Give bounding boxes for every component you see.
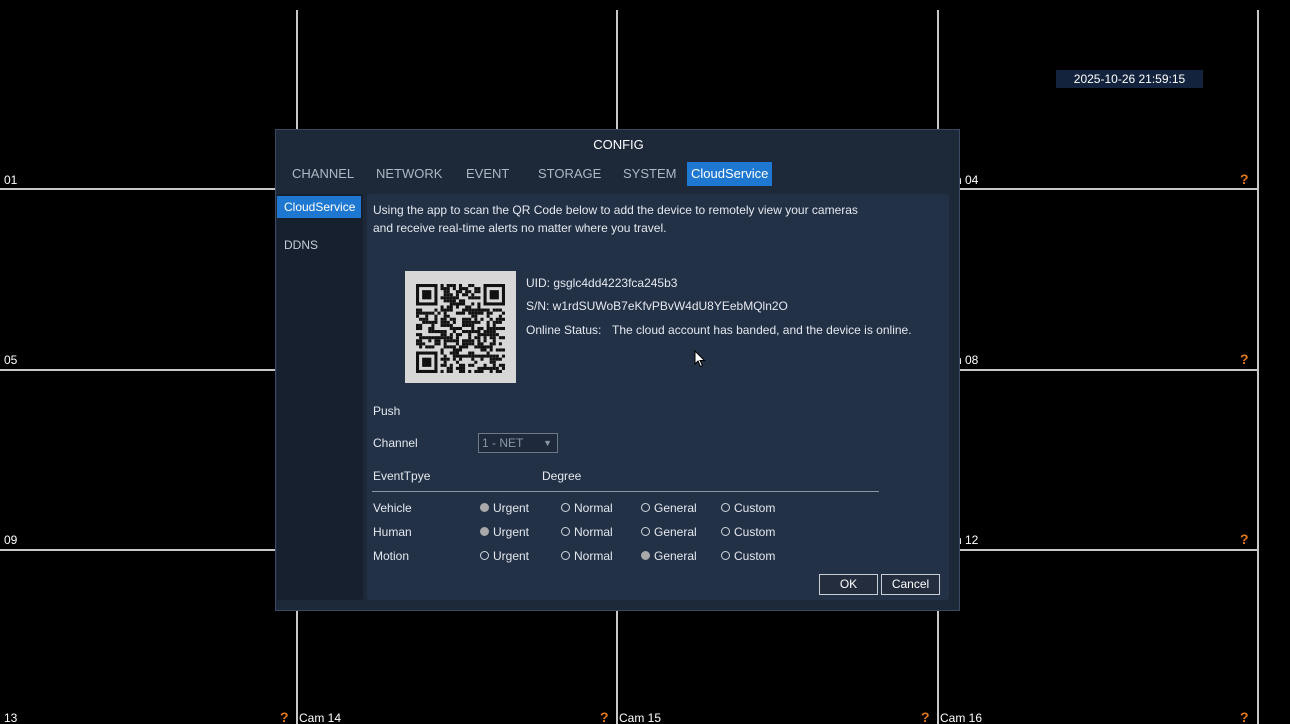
cloudservice-panel: [367, 194, 949, 600]
event-row-vehicle: Vehicle: [373, 501, 412, 515]
radio-human-custom[interactable]: Custom: [721, 525, 775, 539]
mouse-cursor-icon: [694, 350, 706, 368]
radio-dot-icon: [480, 527, 489, 536]
push-label: Push: [373, 404, 401, 418]
radio-motion-normal[interactable]: Normal: [561, 549, 613, 563]
radio-label: Custom: [734, 549, 776, 563]
degree-header: Degree: [542, 469, 582, 483]
question-icon: ?: [600, 709, 609, 724]
question-icon: ?: [280, 709, 289, 724]
radio-dot-icon: [561, 527, 570, 536]
intro-text: and receive real-time alerts no matter w…: [373, 221, 667, 235]
radio-label: Normal: [574, 501, 613, 515]
radio-vehicle-general[interactable]: General: [641, 501, 697, 515]
radio-label: General: [654, 549, 697, 563]
event-row-human: Human: [373, 525, 412, 539]
question-icon: ?: [1240, 351, 1249, 367]
channel-label: Channel: [373, 436, 418, 450]
grid-line: [1257, 10, 1259, 724]
tab-channel[interactable]: CHANNEL: [288, 162, 358, 186]
radio-motion-general[interactable]: General: [641, 549, 697, 563]
side-item-cloudservice[interactable]: CloudService: [277, 196, 361, 218]
radio-label: Custom: [734, 501, 776, 515]
ok-button[interactable]: OK: [819, 574, 878, 595]
intro-text: Using the app to scan the QR Code below …: [373, 203, 858, 217]
datetime-overlay: 2025-10-26 21:59:15: [1056, 70, 1203, 88]
radio-vehicle-urgent[interactable]: Urgent: [480, 501, 529, 515]
question-icon: ?: [1240, 709, 1249, 724]
question-icon: ?: [1240, 531, 1249, 547]
radio-label: Urgent: [493, 525, 530, 539]
radio-dot-icon: [561, 503, 570, 512]
radio-vehicle-normal[interactable]: Normal: [561, 501, 613, 515]
uid-text: UID: gsglc4dd4223fca245b3: [526, 276, 678, 290]
dialog-title: CONFIG: [593, 137, 644, 152]
radio-dot-icon: [480, 551, 489, 560]
radio-human-normal[interactable]: Normal: [561, 525, 613, 539]
tab-storage[interactable]: STORAGE: [534, 162, 605, 186]
tab-cloudservice[interactable]: CloudService: [687, 162, 773, 186]
radio-dot-icon: [721, 527, 730, 536]
camera-label-15: Cam 15: [619, 711, 662, 724]
radio-label: Normal: [574, 549, 613, 563]
radio-label: General: [654, 525, 697, 539]
radio-human-urgent[interactable]: Urgent: [480, 525, 529, 539]
radio-label: Normal: [574, 525, 613, 539]
radio-label: Urgent: [493, 501, 530, 515]
cancel-button[interactable]: Cancel: [881, 574, 940, 595]
event-row-motion: Motion: [373, 549, 410, 563]
channel-select[interactable]: 1 - NET ▼: [478, 433, 558, 453]
side-item-ddns[interactable]: DDNS: [277, 234, 361, 256]
camera-label-09: 09: [4, 533, 18, 547]
radio-motion-urgent[interactable]: Urgent: [480, 549, 529, 563]
radio-motion-custom[interactable]: Custom: [721, 549, 775, 563]
radio-dot-icon: [641, 503, 650, 512]
radio-dot-icon: [641, 551, 650, 560]
radio-dot-icon: [721, 551, 730, 560]
online-status-label: Online Status:: [526, 323, 602, 337]
table-divider: [372, 491, 879, 492]
camera-label-05: 05: [4, 353, 18, 367]
radio-human-general[interactable]: General: [641, 525, 697, 539]
chevron-down-icon: ▼: [543, 438, 552, 448]
radio-dot-icon: [721, 503, 730, 512]
camera-label-01: 01: [4, 173, 18, 187]
question-icon: ?: [1240, 171, 1249, 187]
camera-label-13: 13: [4, 711, 18, 724]
radio-label: General: [654, 501, 697, 515]
radio-label: Urgent: [493, 549, 530, 563]
tab-network[interactable]: NETWORK: [372, 162, 446, 186]
qr-code-icon: [416, 284, 505, 373]
event-type-header: EventTpye: [373, 469, 431, 483]
radio-dot-icon: [641, 527, 650, 536]
radio-dot-icon: [480, 503, 489, 512]
radio-dot-icon: [561, 551, 570, 560]
radio-vehicle-custom[interactable]: Custom: [721, 501, 775, 515]
tab-event[interactable]: EVENT: [462, 162, 513, 186]
camera-label-14: Cam 14: [299, 711, 342, 724]
question-icon: ?: [921, 709, 930, 724]
camera-label-16: Cam 16: [940, 711, 983, 724]
serial-number-text: S/N: w1rdSUWoB7eKfvPBvW4dU8YEebMQln2O: [526, 299, 788, 313]
radio-label: Custom: [734, 525, 776, 539]
online-status-value: The cloud account has banded, and the de…: [612, 323, 912, 337]
tab-system[interactable]: SYSTEM: [619, 162, 680, 186]
channel-select-value: 1 - NET: [482, 436, 524, 450]
